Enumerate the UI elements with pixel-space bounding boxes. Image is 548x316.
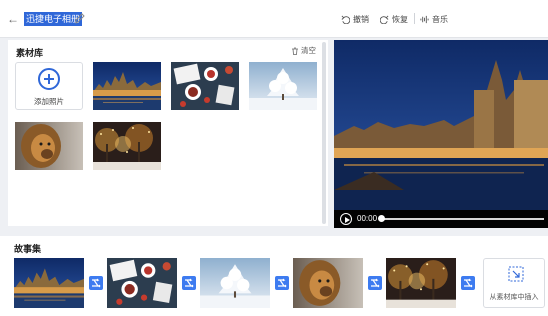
library-photo-snowy-tree[interactable] bbox=[249, 62, 317, 110]
redo-label: 恢复 bbox=[392, 14, 408, 24]
story-frame-city-canal[interactable] bbox=[14, 258, 84, 308]
story-frame-christmas-lights[interactable] bbox=[386, 258, 456, 308]
shuffle-icon bbox=[182, 276, 196, 290]
library-photo-lion[interactable] bbox=[15, 122, 83, 170]
storyboard-panel: 故事集 从素材库中插入 bbox=[0, 236, 548, 316]
shuffle-icon bbox=[89, 276, 103, 290]
shuffle-icon bbox=[461, 276, 475, 290]
undo-icon bbox=[341, 15, 350, 24]
insert-icon bbox=[508, 266, 524, 282]
edit-title-icon[interactable] bbox=[74, 12, 86, 26]
redo-button[interactable]: 恢复 bbox=[380, 12, 408, 26]
clear-label: 清空 bbox=[301, 46, 316, 55]
redo-icon bbox=[380, 15, 389, 24]
play-icon[interactable] bbox=[340, 213, 352, 225]
story-frame-snowy-tree[interactable] bbox=[200, 258, 270, 308]
transition-swap-button[interactable] bbox=[89, 276, 103, 290]
music-button[interactable]: 音乐 bbox=[420, 12, 448, 26]
library-photo-breakfast[interactable] bbox=[171, 62, 239, 110]
progress-track[interactable] bbox=[380, 218, 544, 220]
story-frame-breakfast[interactable] bbox=[107, 258, 177, 308]
transition-swap-button[interactable] bbox=[275, 276, 289, 290]
toolbar-divider bbox=[414, 13, 415, 24]
add-photo-button[interactable]: 添加照片 bbox=[15, 62, 83, 110]
clear-library-button[interactable]: 清空 bbox=[291, 45, 316, 56]
add-plus-icon bbox=[38, 68, 60, 90]
library-title: 素材库 bbox=[16, 48, 44, 58]
current-time: 00:00 bbox=[357, 214, 378, 223]
shuffle-icon bbox=[275, 276, 289, 290]
library-scrollbar[interactable] bbox=[322, 42, 326, 224]
undo-label: 撤销 bbox=[353, 14, 369, 24]
back-arrow-icon[interactable]: ← bbox=[6, 12, 20, 26]
transition-swap-button[interactable] bbox=[461, 276, 475, 290]
video-preview[interactable]: 00:00 bbox=[334, 40, 548, 228]
insert-label: 从素材库中插入 bbox=[489, 294, 539, 301]
add-photo-label: 添加照片 bbox=[34, 97, 64, 106]
transition-swap-button[interactable] bbox=[182, 276, 196, 290]
music-label: 音乐 bbox=[432, 14, 448, 24]
player-controls: 00:00 bbox=[334, 210, 548, 228]
transition-swap-button[interactable] bbox=[368, 276, 382, 290]
shuffle-icon bbox=[368, 276, 382, 290]
progress-handle[interactable] bbox=[378, 215, 385, 222]
music-icon bbox=[420, 15, 429, 23]
library-photo-christmas-lights[interactable] bbox=[93, 122, 161, 170]
story-frame-lion[interactable] bbox=[293, 258, 363, 308]
undo-button[interactable]: 撤销 bbox=[341, 12, 369, 26]
library-photo-city-canal[interactable] bbox=[93, 62, 161, 110]
preview-image bbox=[334, 40, 548, 210]
insert-from-library-button[interactable]: 从素材库中插入 bbox=[483, 258, 545, 308]
material-library-panel: 素材库 清空 添加照片 bbox=[8, 40, 328, 226]
storyboard-title: 故事集 bbox=[14, 244, 42, 254]
trash-icon bbox=[292, 47, 298, 55]
top-toolbar: ← 迅捷电子相册 撤销 恢复 音乐 bbox=[0, 0, 548, 38]
